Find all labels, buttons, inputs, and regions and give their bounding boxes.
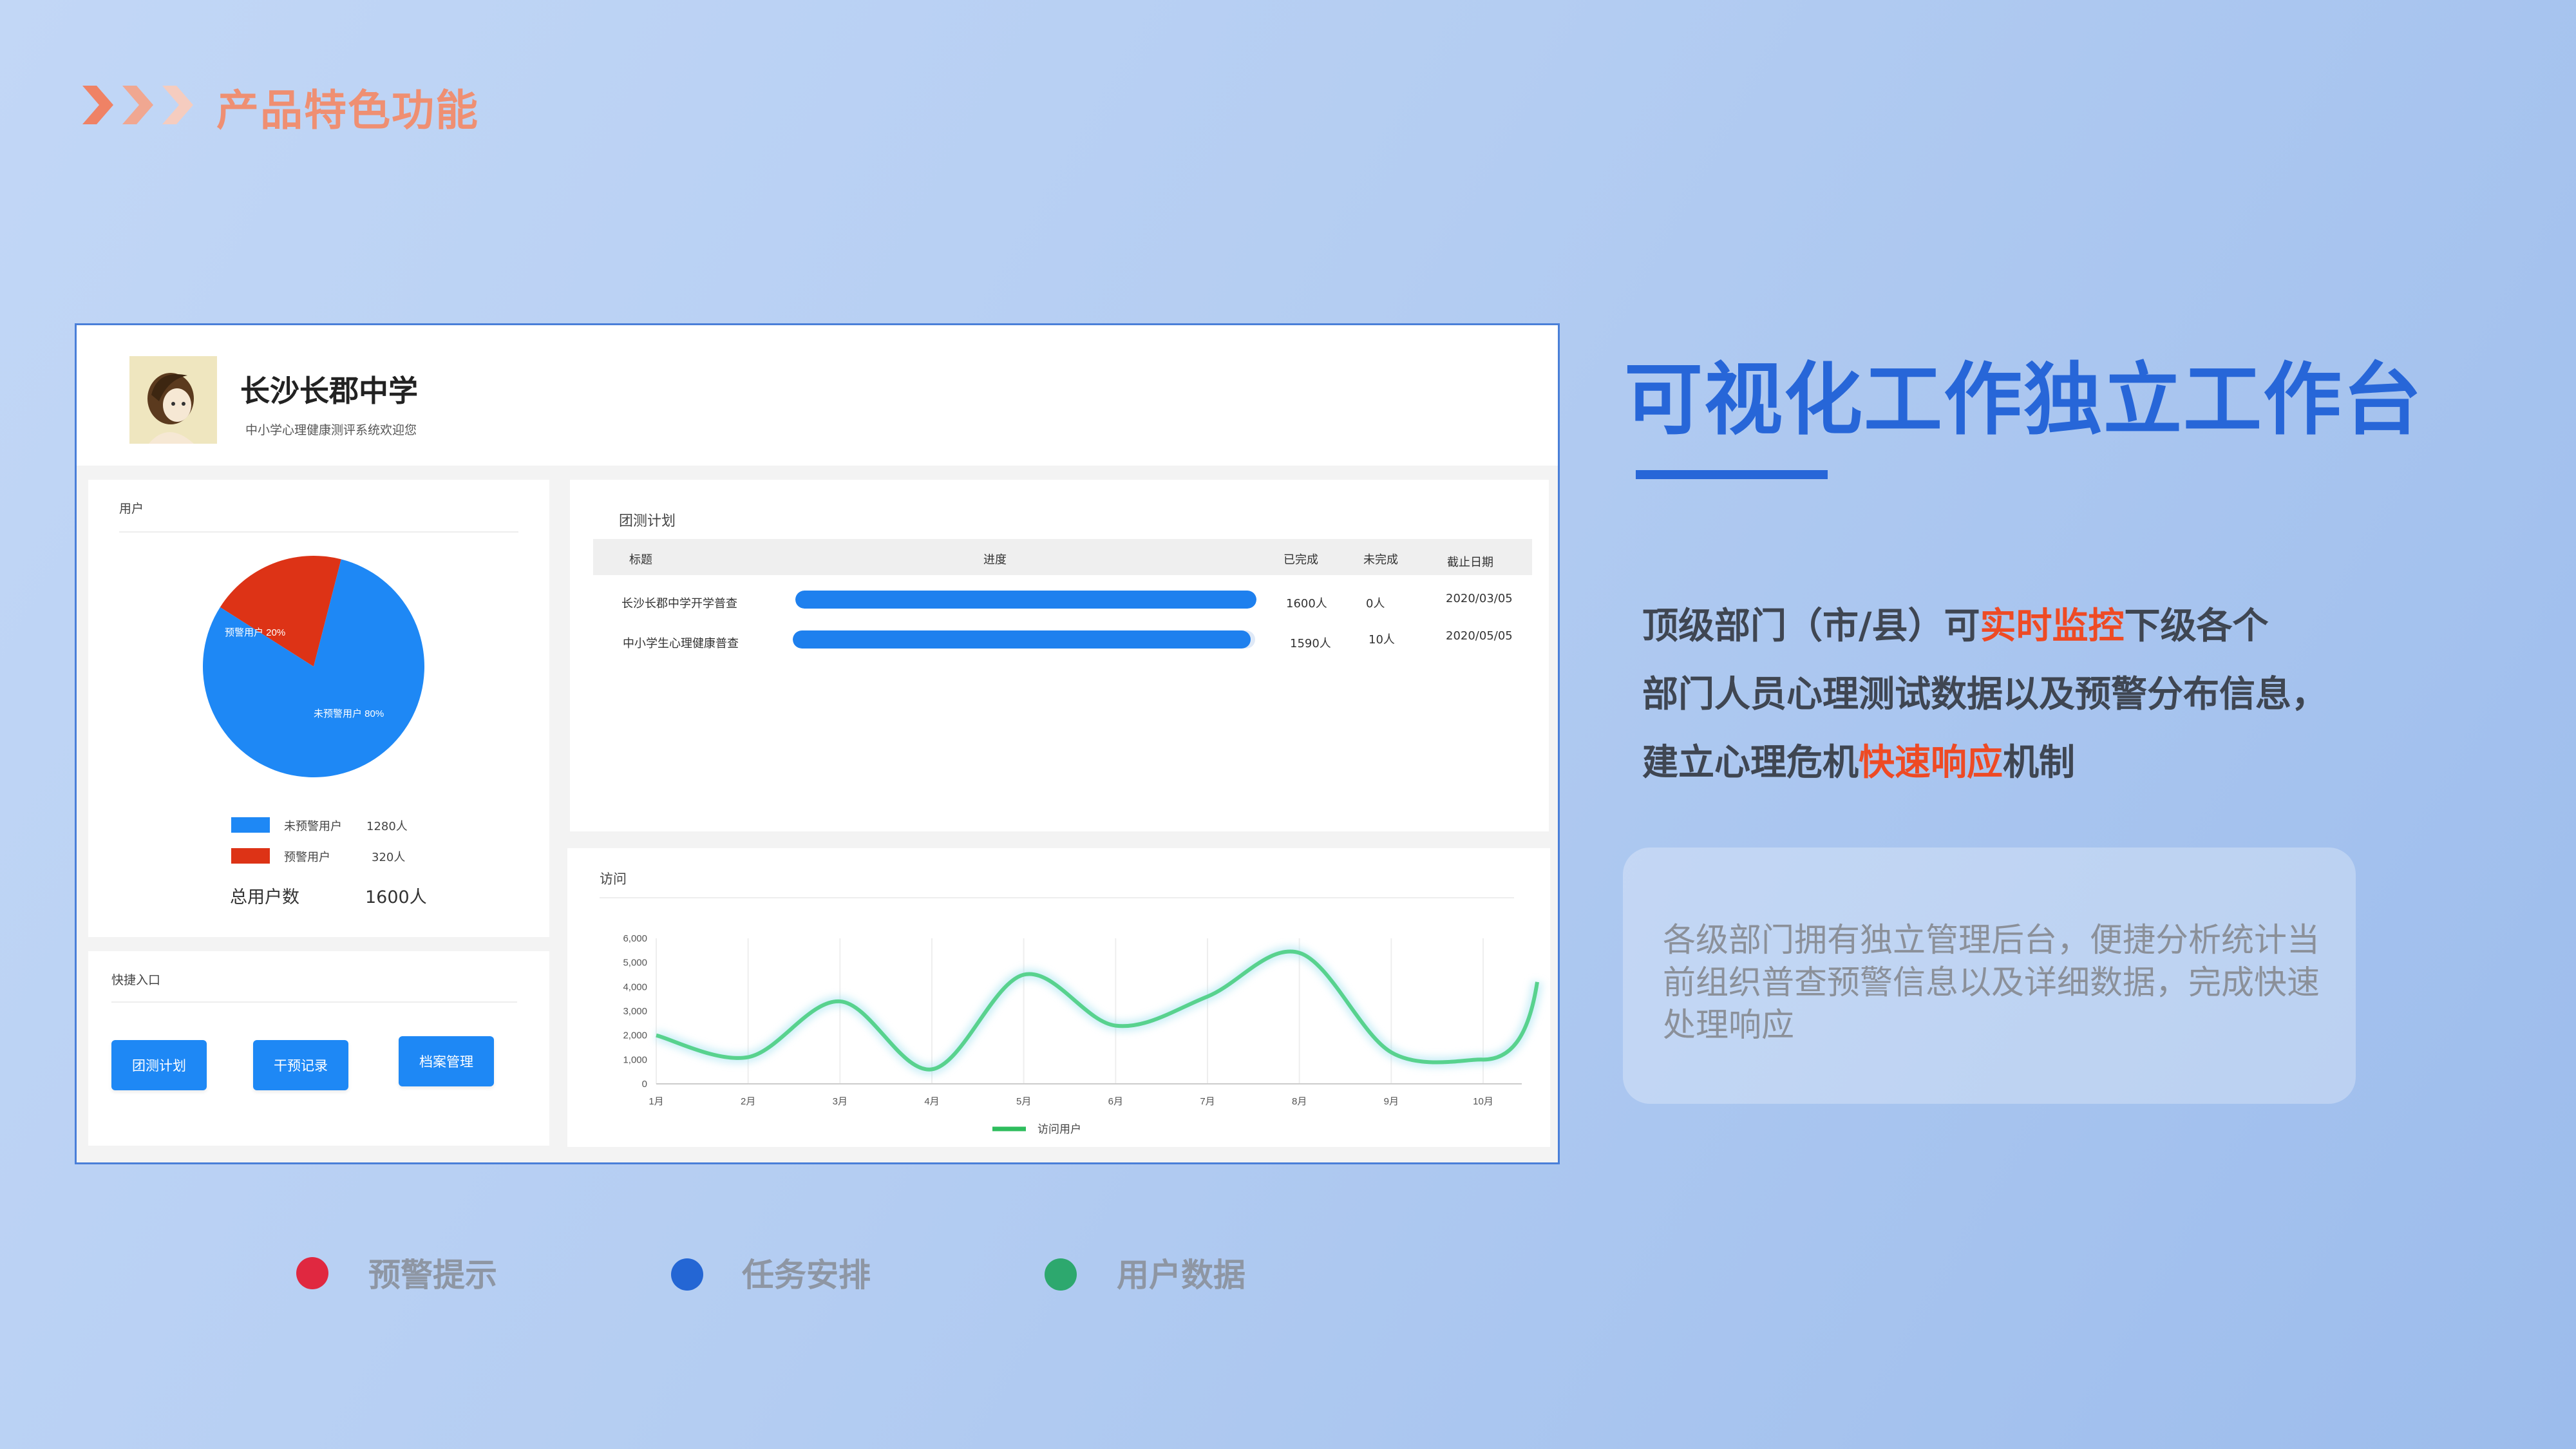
headline-underline <box>1636 470 1828 479</box>
school-subtitle: 中小学心理健康测评系统欢迎您 <box>245 423 417 437</box>
info-card: 各级部门拥有独立管理后台，便捷分析统计当前组织普查预警信息以及详细数据，完成快速… <box>1623 848 2356 1104</box>
legend-warning-label: 预警提示 <box>368 1256 497 1294</box>
x-tick-label: 4月 <box>924 1096 939 1107</box>
avatar <box>129 356 217 444</box>
series-line-glow <box>654 946 1542 1075</box>
y-tick-label: 2,000 <box>623 1030 647 1041</box>
visits-line-chart: 0 1,000 2,000 3,000 4,000 5,000 6,000 1月 2月 3月 4月… <box>623 933 1542 1135</box>
column-progress: 进度 <box>983 553 1007 567</box>
legend-label-visits: 访问用户 <box>1037 1123 1081 1135</box>
row-done: 1600人 <box>1286 597 1327 611</box>
progress-fill <box>793 630 1251 649</box>
row-deadline: 2020/03/05 <box>1446 592 1513 605</box>
quick-entry-card: 快捷入口 团测计划 干预记录 档案管理 <box>88 951 549 1146</box>
feature-description: 顶级部门（市/县）可实时监控下级各个 部门人员心理测试数据以及预警分布信息， 建… <box>1642 592 2415 797</box>
quick-entry-title: 快捷入口 <box>111 973 161 987</box>
x-tick-label: 8月 <box>1292 1096 1307 1107</box>
dashboard-header: 长沙长郡中学 中小学心理健康测评系统欢迎您 <box>77 325 1558 466</box>
users-card: 用户 预警用户 20% 未预警用户 80% 未预警用户 1280人 预警用户 3… <box>88 480 549 937</box>
x-tick-label: 5月 <box>1016 1096 1031 1107</box>
highlight-text: 快速响应 <box>1859 742 2003 784</box>
series-line-visits <box>656 949 1539 1072</box>
archive-management-button[interactable]: 档案管理 <box>399 1036 494 1086</box>
y-tick-label: 6,000 <box>623 933 647 944</box>
card-divider <box>111 1001 517 1003</box>
column-undone: 未完成 <box>1363 553 1398 567</box>
legend-count-normal: 1280人 <box>366 820 408 833</box>
users-pie-chart: 预警用户 20% 未预警用户 80% <box>203 556 424 777</box>
pie-label-normal: 未预警用户 80% <box>314 708 384 719</box>
row-title: 长沙长郡中学开学普查 <box>621 597 737 611</box>
legend-swatch-normal <box>231 817 270 833</box>
column-deadline: 截止日期 <box>1447 556 1493 569</box>
total-users-value: 1600人 <box>365 887 427 907</box>
x-tick-label: 7月 <box>1200 1096 1215 1107</box>
row-title: 中小学生心理健康普查 <box>623 637 739 650</box>
row-deadline: 2020/05/05 <box>1446 629 1513 643</box>
user-data-dot-icon <box>1045 1258 1077 1291</box>
intervention-record-button[interactable]: 干预记录 <box>253 1040 348 1090</box>
task-dot-icon <box>671 1258 703 1291</box>
progress-bar <box>795 591 1256 609</box>
row-done: 1590人 <box>1290 637 1331 650</box>
users-card-title: 用户 <box>119 502 144 516</box>
x-tick-label: 2月 <box>741 1096 755 1107</box>
legend-label-normal: 未预警用户 <box>284 820 342 833</box>
y-tick-label: 4,000 <box>623 981 647 992</box>
progress-fill <box>795 591 1256 609</box>
description-line: 顶级部门（市/县）可实时监控下级各个 <box>1642 605 2269 647</box>
page-title: 产品特色功能 <box>216 86 479 135</box>
description-line: 建立心理危机快速响应机制 <box>1642 742 2075 784</box>
description-line: 部门人员心理测试数据以及预警分布信息， <box>1642 674 2327 715</box>
legend-user-data-label: 用户数据 <box>1117 1256 1245 1294</box>
highlight-text: 实时监控 <box>1980 605 2125 647</box>
chevron-arrows-icon <box>82 86 193 124</box>
column-title: 标题 <box>629 553 652 567</box>
legend-label-warning: 预警用户 <box>284 851 330 864</box>
y-tick-label: 1,000 <box>623 1054 647 1065</box>
group-test-plan-card: 团测计划 标题 进度 已完成 未完成 截止日期 长沙长郡中学开学普查 1600人… <box>570 480 1549 831</box>
y-tick-label: 5,000 <box>623 958 647 969</box>
column-done: 已完成 <box>1283 553 1318 567</box>
x-tick-label: 3月 <box>833 1096 848 1107</box>
y-tick-label: 3,000 <box>623 1006 647 1017</box>
row-undone: 0人 <box>1366 597 1385 611</box>
card-divider <box>119 531 518 533</box>
progress-bar <box>793 630 1255 649</box>
x-tick-label: 10月 <box>1473 1096 1493 1107</box>
school-name: 长沙长郡中学 <box>240 374 418 408</box>
x-tick-label: 9月 <box>1384 1096 1399 1107</box>
x-tick-label: 6月 <box>1108 1096 1123 1107</box>
row-undone: 10人 <box>1368 633 1395 647</box>
x-tick-label: 1月 <box>649 1096 663 1107</box>
dashboard-panel: 长沙长郡中学 中小学心理健康测评系统欢迎您 用户 预警用户 20% 未预警用户 … <box>75 323 1560 1164</box>
total-users-label: 总用户数 <box>230 887 299 907</box>
legend-count-warning: 320人 <box>372 851 406 864</box>
table-header: 标题 进度 已完成 未完成 截止日期 <box>593 539 1532 575</box>
visits-card: 访问 0 1,000 2,000 3,000 4,000 5,000 6,000 1月 2月 3… <box>567 848 1550 1147</box>
headline: 可视化工作独立工作台 <box>1624 354 2423 446</box>
group-test-plan-button[interactable]: 团测计划 <box>111 1040 207 1090</box>
info-text: 各级部门拥有独立管理后台，便捷分析统计当前组织普查预警信息以及详细数据，完成快速… <box>1663 922 2320 1045</box>
legend-swatch-warning <box>231 848 270 864</box>
plan-card-title: 团测计划 <box>619 513 676 529</box>
y-tick-label: 0 <box>642 1079 647 1090</box>
legend-task-label: 任务安排 <box>742 1256 871 1294</box>
pie-label-warning: 预警用户 20% <box>225 627 285 638</box>
warning-dot-icon <box>296 1257 328 1289</box>
